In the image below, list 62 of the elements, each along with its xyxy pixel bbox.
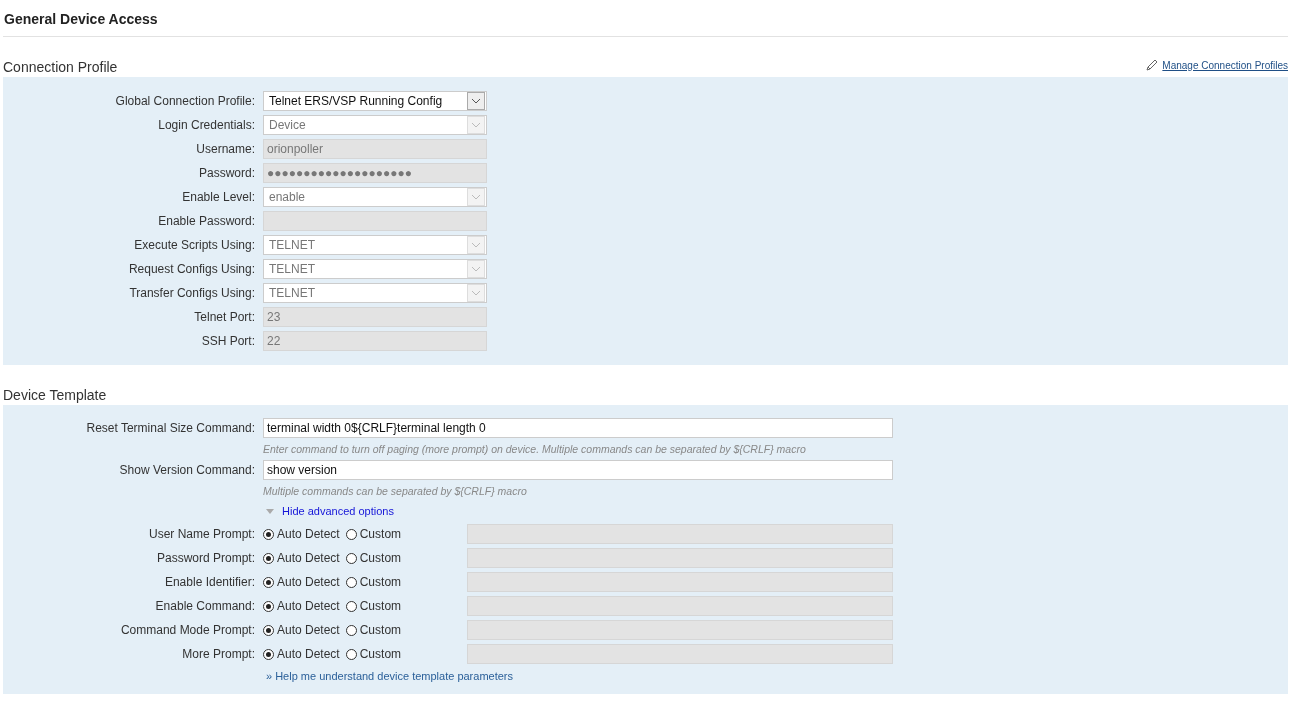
field-label: Username: [195,142,256,156]
radio-option[interactable]: Auto Detect [263,647,340,661]
radio-option[interactable]: Custom [345,575,402,589]
radio-option[interactable]: Custom [345,551,402,565]
section-title: Device Template [3,387,107,405]
radio-button[interactable] [263,648,274,660]
radio-button[interactable] [345,576,357,588]
help-link[interactable]: » Help me understand device template parameters [266,670,514,682]
radio-button[interactable] [263,552,274,564]
field-label: More Prompt: [181,647,256,661]
field-label: Password: [197,166,256,180]
field-label: Global Connection Profile: [114,94,256,108]
field-label: Enable Password: [157,214,256,228]
field-label: Execute Scripts Using: [133,238,256,252]
hint-text: Multiple commands can be separated by ${CRLF} macro [263,484,528,499]
field-label: Request Configs Using: [127,262,256,276]
radio-option[interactable]: Custom [345,527,402,541]
hint-text: Enter command to turn off paging (more prompt) on device. Multiple commands can be separated by ${CRLF} macro [263,442,807,457]
radio-option[interactable]: Auto Detect [263,551,340,565]
field-label: User Name Prompt: [147,527,256,541]
field-label: Transfer Configs Using: [128,286,256,300]
input-field[interactable] [467,596,893,616]
caret-icon [266,508,274,514]
radio-button[interactable] [345,624,357,636]
radio-button[interactable] [345,552,357,564]
input-field[interactable] [467,620,893,640]
field-label: Enable Identifier: [163,575,256,589]
radio-option[interactable]: Custom [345,647,402,661]
radio-button[interactable] [345,648,357,660]
radio-option[interactable]: Auto Detect [263,527,340,541]
input-field[interactable] [467,524,893,544]
section-title: Connection Profile [3,59,118,77]
radio-option[interactable]: Custom [345,623,402,637]
radio-button[interactable] [345,528,357,540]
radio-button[interactable] [263,624,274,636]
dropdown[interactable]: Telnet ERS/VSP Running Config [263,91,487,111]
radio-button[interactable] [263,528,274,540]
radio-option[interactable]: Auto Detect [263,623,340,637]
field-label: SSH Port: [200,334,256,348]
field-label: Password Prompt: [155,551,256,565]
page-title: General Device Access [3,0,1288,37]
manage-profiles-link[interactable]: Manage Connection Profiles [1145,58,1288,77]
input-field[interactable] [467,572,893,592]
field-label: Enable Level: [181,190,256,204]
radio-button[interactable] [263,576,274,588]
radio-option[interactable]: Auto Detect [263,599,340,613]
radio-option[interactable]: Custom [345,599,402,613]
radio-option[interactable]: Auto Detect [263,575,340,589]
radio-button[interactable] [263,600,274,612]
field-label: Login Credentials: [157,118,256,132]
field-label: Show Version Command: [118,463,256,477]
field-label: Telnet Port: [193,310,256,324]
radio-button[interactable] [345,600,357,612]
input-field[interactable] [467,548,893,568]
field-label: Reset Terminal Size Command: [85,421,256,435]
input-field[interactable]: show version [263,460,893,480]
input-field[interactable] [467,644,893,664]
pencil-icon [1145,58,1160,72]
input-field[interactable]: terminal width 0${CRLF}terminal length 0 [263,418,893,438]
advanced-options-toggle[interactable]: Hide advanced options [266,500,394,522]
field-label: Enable Command: [154,599,256,613]
field-label: Command Mode Prompt: [119,623,256,637]
